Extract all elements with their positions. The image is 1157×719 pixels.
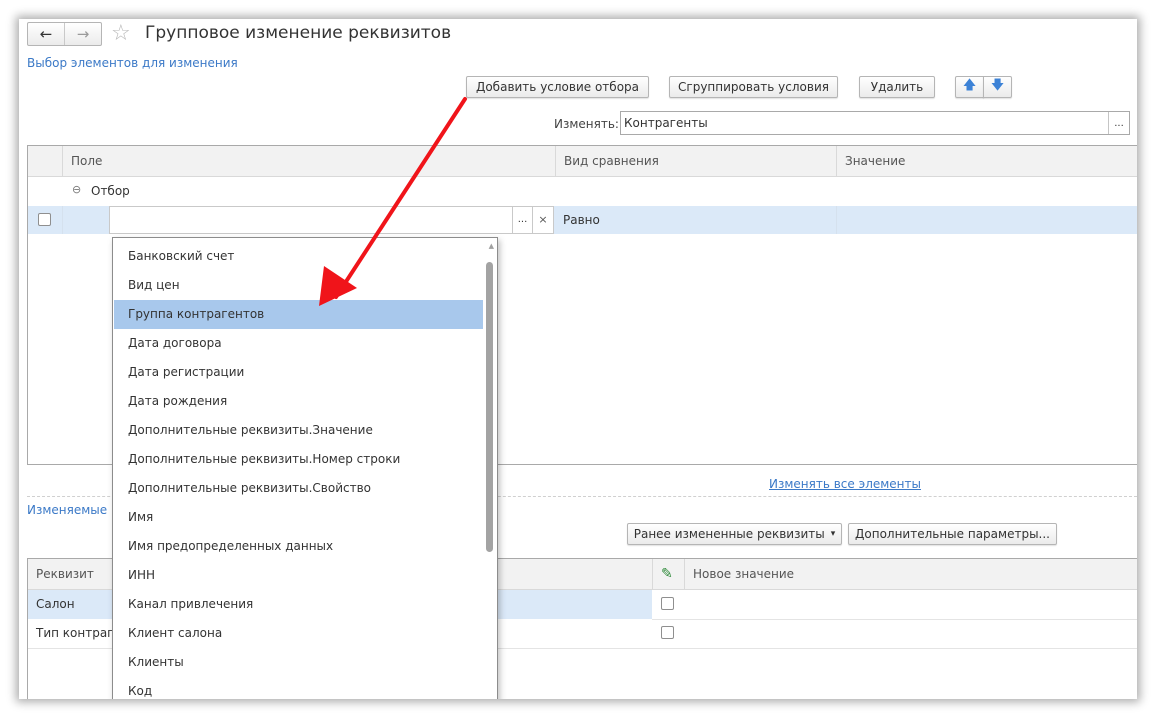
annotation-arrow [319,97,467,306]
group-edit-window: ← → ☆ Групповое изменение реквизитов Выб… [19,19,1137,699]
